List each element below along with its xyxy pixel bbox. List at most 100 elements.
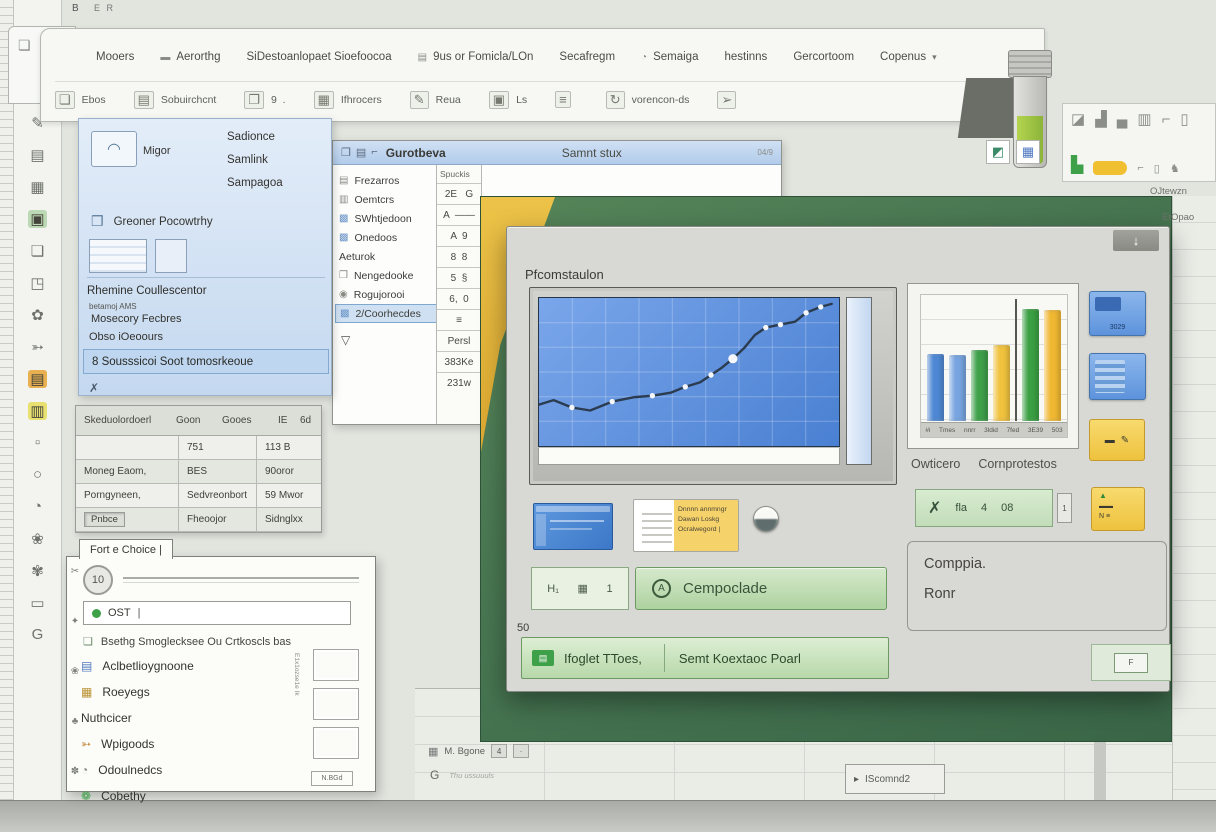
tab-font-choice[interactable]: Fort e Choice |	[79, 539, 173, 559]
square-icon[interactable]: ▫	[25, 430, 51, 455]
ribbon-button[interactable]: ≡	[555, 91, 578, 108]
mini-cell-box[interactable]: F	[1091, 644, 1171, 681]
menu-item[interactable]: SiDestoanlopaet Sioefoocoa	[246, 51, 391, 63]
table-row[interactable]: 751 113 B	[76, 436, 321, 460]
note-card[interactable]: Dnnnn annmngrDawan LoskgOcralwegord |	[633, 499, 739, 552]
ribbon-button[interactable]: ▦Ifhrocers	[314, 91, 382, 109]
scissors-icon[interactable]: ✂	[71, 561, 79, 579]
mini-box[interactable]: 4	[491, 744, 507, 758]
font-list-item[interactable]: Nuthcicer	[81, 705, 281, 731]
gallery-icon[interactable]: ♞	[1170, 162, 1180, 175]
corner-icon[interactable]: ⌐	[371, 146, 377, 159]
font-list-item[interactable]: ▦Roeyegs	[81, 679, 281, 705]
window-icon[interactable]: ❒	[341, 146, 351, 159]
menu-item[interactable]: Copenus▾	[880, 51, 937, 63]
list-item[interactable]: Aeturok	[335, 247, 437, 266]
list-item[interactable]: ◉Rogujorooi	[335, 285, 437, 304]
ribbon-button[interactable]: ➢	[717, 91, 743, 109]
laptop-icon[interactable]: ▦	[25, 174, 51, 199]
table-row[interactable]: Pnbce Fheoojor Sidnglxx	[76, 508, 321, 532]
size-slider[interactable]	[123, 577, 359, 583]
circle-icon[interactable]: ○	[25, 462, 51, 487]
gallery-icon[interactable]: ◪	[1071, 110, 1085, 128]
preview-sketch[interactable]	[155, 239, 187, 273]
thumbnail[interactable]	[313, 727, 359, 759]
list-icon[interactable]: ▤	[356, 146, 366, 159]
menu-item-docs[interactable]: Obso iOeoours	[89, 331, 163, 343]
g-glyph-icon[interactable]: G	[25, 622, 51, 647]
chart-scrollbar[interactable]	[846, 297, 872, 465]
menu-item[interactable]: ◔Semaiga	[641, 51, 698, 63]
status-box[interactable]: ▸ IScomnd2	[845, 764, 945, 794]
gallery-icon[interactable]: ⌐	[1162, 111, 1171, 128]
ribbon-button[interactable]: ✎Reua	[410, 91, 461, 109]
glyph-icon[interactable]: 1	[607, 583, 613, 595]
blue-card-preview[interactable]: 3029	[1089, 291, 1146, 336]
symbol-cell[interactable]: 5 §	[437, 267, 481, 288]
blue-card-list[interactable]	[1089, 353, 1146, 400]
list-item[interactable]: ▩Onedoos	[335, 228, 437, 247]
column-header[interactable]: 6d	[300, 415, 318, 426]
symbol-cell[interactable]: ≡	[437, 309, 481, 330]
formula-panel[interactable]: ✗fla408	[915, 489, 1053, 527]
glyph-icon[interactable]: ▦	[578, 582, 588, 595]
menu-item[interactable]: Mooers	[96, 51, 134, 63]
symbol-cell[interactable]: 6, 0	[437, 288, 481, 309]
plant-icon[interactable]: ❀	[25, 526, 51, 551]
thumbnail[interactable]	[313, 649, 359, 681]
ribbon-button[interactable]: ❐9 .	[244, 91, 285, 109]
screenshot-thumbnail[interactable]	[533, 503, 613, 550]
symbol-cell[interactable]: 2E G	[437, 183, 481, 204]
symbol-cell[interactable]: 231w	[437, 372, 481, 393]
page-icon[interactable]: ◳	[25, 270, 51, 295]
list-item-selected[interactable]: ▩2/Coorhecdes	[335, 304, 437, 323]
list-item[interactable]: ▥Oemtcrs	[335, 190, 437, 209]
table-row[interactable]: Moneg Eaom, BES 90oror	[76, 460, 321, 484]
menu-item[interactable]: Secafregm	[559, 51, 615, 63]
gallery-icon[interactable]: ▯	[1154, 162, 1160, 175]
cup-icon[interactable]: ◔	[25, 494, 51, 519]
size-badge[interactable]: 10	[83, 565, 113, 595]
download-button[interactable]: ↓	[1113, 230, 1159, 251]
teal-chart-icon[interactable]: ◩	[986, 140, 1010, 164]
font-list-item[interactable]: ◔Odoulnedcs	[81, 757, 281, 783]
compute-button[interactable]: A Cempoclade	[635, 567, 887, 610]
column-header[interactable]: Skeduolordoerl	[76, 415, 176, 426]
preview-sketch[interactable]	[89, 239, 147, 273]
menu-item-features[interactable]: Mosecory Fecbres	[91, 313, 181, 325]
gallery-icon[interactable]: ▟	[1095, 110, 1107, 128]
image-icon[interactable]: ▣	[25, 206, 51, 231]
glyph-icon[interactable]: H₁	[547, 583, 559, 595]
symbol-cell[interactable]: 383Ke	[437, 351, 481, 372]
symbol-cell[interactable]: 8 8	[437, 246, 481, 267]
toggle-ball[interactable]	[753, 506, 779, 532]
menu-item[interactable]: ▤9us or Fomicla/LOn	[418, 51, 534, 63]
symbol-cell[interactable]: A 9	[437, 225, 481, 246]
list-item[interactable]: ▩SWhtjedoon	[335, 209, 437, 228]
ribbon-button[interactable]: ▣Ls	[489, 91, 527, 109]
spark-icon[interactable]: ✦	[71, 611, 79, 629]
symbol-cell[interactable]: Persl	[437, 330, 481, 351]
ribbon-button[interactable]: ↻vorencon-ds	[606, 91, 690, 109]
yellow-card-note[interactable]: ▲▬▬N ≡	[1091, 487, 1145, 531]
column-header[interactable]: IE	[278, 415, 300, 426]
gallery-icon[interactable]: ▯	[1180, 110, 1188, 128]
curve-preview-icon[interactable]: ◠	[91, 131, 137, 167]
doc-icon[interactable]: ❏	[18, 37, 31, 93]
gallery-icon[interactable]: ▄	[1117, 111, 1128, 128]
leaf-icon[interactable]: ✿	[25, 302, 51, 327]
menu-item[interactable]: Gercortoom	[793, 51, 854, 63]
ribbon-button[interactable]: ▤Sobuirchcnt	[134, 91, 217, 109]
cell-button[interactable]: Pnbce	[84, 512, 125, 527]
books-icon[interactable]: ▤	[25, 142, 51, 167]
menu-item[interactable]: ▬Aerorthg	[160, 51, 220, 63]
close-icon[interactable]: ✗	[89, 381, 99, 395]
clipboard-icon[interactable]: ❏	[25, 238, 51, 263]
gallery-yellow-pill-icon[interactable]	[1093, 161, 1127, 175]
box-icon[interactable]: ▭	[25, 590, 51, 615]
thumbnail[interactable]	[313, 688, 359, 720]
funnel-icon[interactable]: ▽	[341, 333, 350, 347]
club-icon[interactable]: ♣	[72, 711, 79, 729]
font-list-item[interactable]: ➳Wpigoods	[81, 731, 281, 757]
flower-icon[interactable]: ❀	[71, 661, 79, 679]
